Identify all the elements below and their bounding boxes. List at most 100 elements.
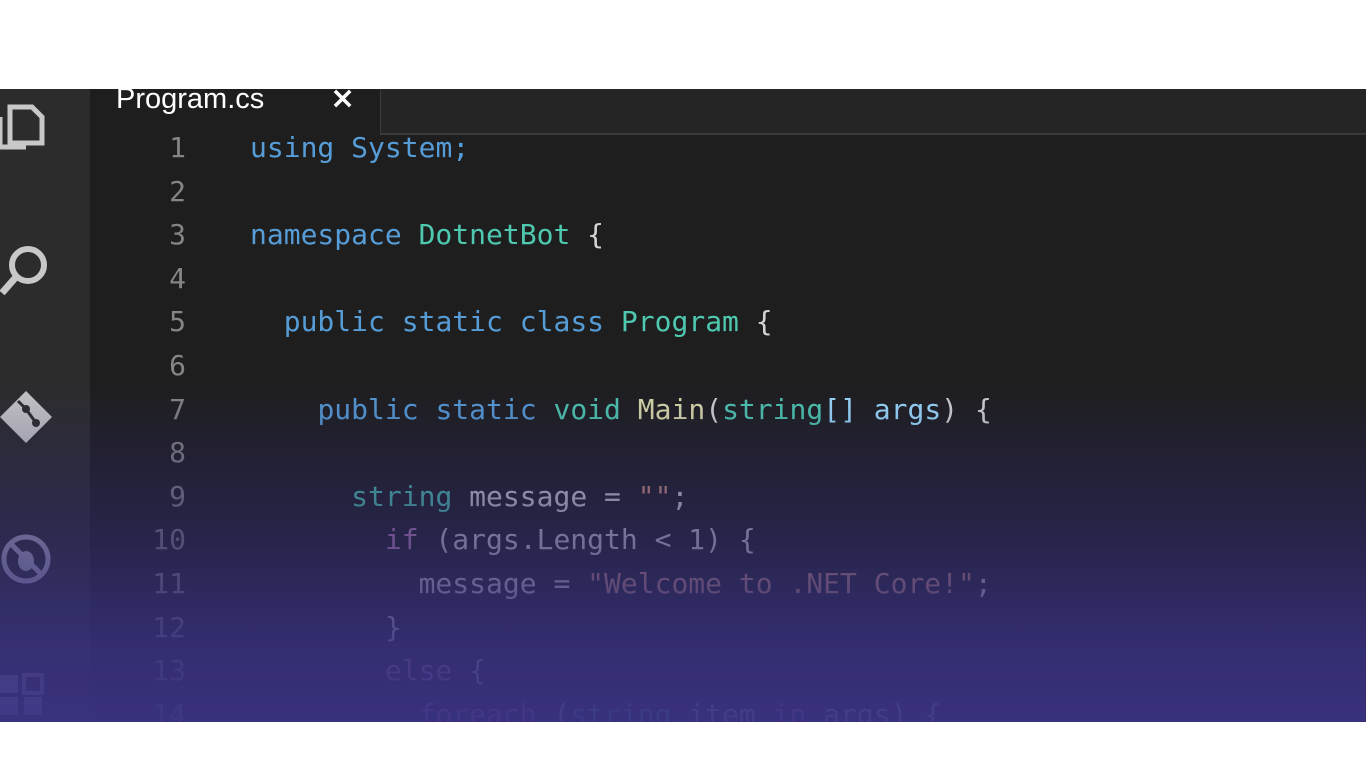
code-token: Main: [637, 392, 706, 426]
code-token: {: [570, 218, 605, 252]
code-line[interactable]: 8: [90, 436, 1366, 480]
code-token: "Welcome to .NET Core!": [587, 567, 975, 600]
debug-icon[interactable]: [0, 529, 56, 589]
code-token: }: [250, 610, 402, 644]
code-text: if (args.Length < 1) {: [250, 523, 756, 556]
code-token: (: [536, 697, 571, 722]
code-line[interactable]: 6: [90, 349, 1366, 393]
extensions-icon[interactable]: [0, 667, 56, 722]
code-editor[interactable]: 1 using System; 2 3 namespace DotnetBot {4 5 …: [90, 131, 1366, 722]
code-token: ) {: [941, 392, 992, 426]
code-token: foreach: [418, 697, 537, 722]
line-number: 2: [169, 174, 186, 208]
line-number: 8: [169, 436, 186, 470]
code-token: {: [738, 305, 773, 339]
code-token: ;: [452, 131, 470, 164]
code-line[interactable]: 3 namespace DotnetBot {: [90, 218, 1366, 262]
code-line[interactable]: 7 public static void Main(string[] args)…: [90, 393, 1366, 437]
code-line[interactable]: 10 if (args.Length < 1) {: [90, 523, 1366, 567]
code-token: static: [435, 392, 537, 426]
code-text: foreach (string item in args) {: [250, 697, 942, 722]
code-line[interactable]: 4: [90, 262, 1366, 306]
code-line[interactable]: 5 public static class Program {: [90, 305, 1366, 349]
code-text: public static void Main(string[] args) {: [250, 392, 992, 426]
line-number: 4: [169, 261, 186, 295]
code-token: message =: [452, 479, 638, 513]
code-token: args: [873, 392, 942, 426]
code-token: using: [250, 131, 335, 164]
activity-bar: [0, 89, 90, 722]
code-token: class: [519, 305, 605, 339]
code-token: DotnetBot: [418, 218, 571, 252]
tab-program-cs[interactable]: Program.cs ×: [90, 89, 381, 135]
line-number: 5: [169, 305, 186, 339]
code-token: item: [671, 697, 773, 722]
code-line[interactable]: 9 string message = "";: [90, 480, 1366, 524]
close-icon[interactable]: ×: [330, 89, 355, 116]
code-text: }: [250, 611, 402, 644]
code-line[interactable]: 11 message = "Welcome to .NET Core!";: [90, 567, 1366, 611]
line-number: 1: [169, 131, 186, 164]
code-line[interactable]: 12 }: [90, 611, 1366, 655]
code-token: if: [384, 523, 419, 557]
tab-label: Program.cs: [116, 89, 265, 115]
code-token: "": [637, 479, 672, 513]
code-token: message =: [418, 567, 588, 600]
line-number: 13: [152, 654, 186, 688]
editor-window: Program.cs × 1 using System; 2 3 namespace D…: [0, 89, 1366, 722]
code-line[interactable]: 14 foreach (string item in args) {: [90, 698, 1366, 722]
code-line[interactable]: 2: [90, 175, 1366, 219]
code-token: args) {: [806, 697, 942, 722]
code-text: string message = "";: [250, 480, 688, 513]
line-number: 7: [169, 392, 186, 426]
code-token: in: [772, 697, 807, 722]
line-number: 12: [152, 610, 186, 644]
code-text: public static class Program {: [250, 305, 773, 338]
code-token: public: [317, 392, 419, 426]
code-token: string: [570, 697, 672, 722]
code-token: ;: [974, 567, 992, 600]
code-token: {: [452, 654, 487, 688]
line-number: 11: [152, 567, 186, 600]
code-token: string: [722, 392, 824, 426]
code-token: public: [283, 305, 385, 339]
code-token: string: [351, 479, 453, 513]
code-token: []: [823, 392, 857, 426]
code-token: System: [351, 131, 453, 164]
code-token: void: [553, 392, 621, 426]
explorer-icon[interactable]: [0, 93, 56, 153]
code-text: else {: [250, 654, 486, 687]
line-number: 10: [152, 523, 186, 557]
code-token: namespace: [250, 218, 402, 252]
code-text: namespace DotnetBot {: [250, 218, 604, 251]
code-token: static: [401, 305, 503, 339]
tab-bar: Program.cs ×: [90, 89, 1366, 135]
code-token: (args.Length < 1) {: [418, 523, 756, 557]
search-icon[interactable]: [0, 237, 56, 297]
code-text: using System;: [250, 131, 469, 164]
line-number: 3: [169, 218, 186, 252]
code-line[interactable]: 1 using System;: [90, 131, 1366, 175]
line-number: 14: [152, 697, 186, 722]
code-token: else: [384, 654, 453, 688]
code-token: ;: [671, 479, 689, 513]
code-line[interactable]: 13 else {: [90, 654, 1366, 698]
code-token: Program: [620, 305, 739, 339]
code-text: message = "Welcome to .NET Core!";: [250, 567, 992, 600]
source-control-icon[interactable]: [0, 387, 56, 447]
line-number: 6: [169, 349, 186, 382]
